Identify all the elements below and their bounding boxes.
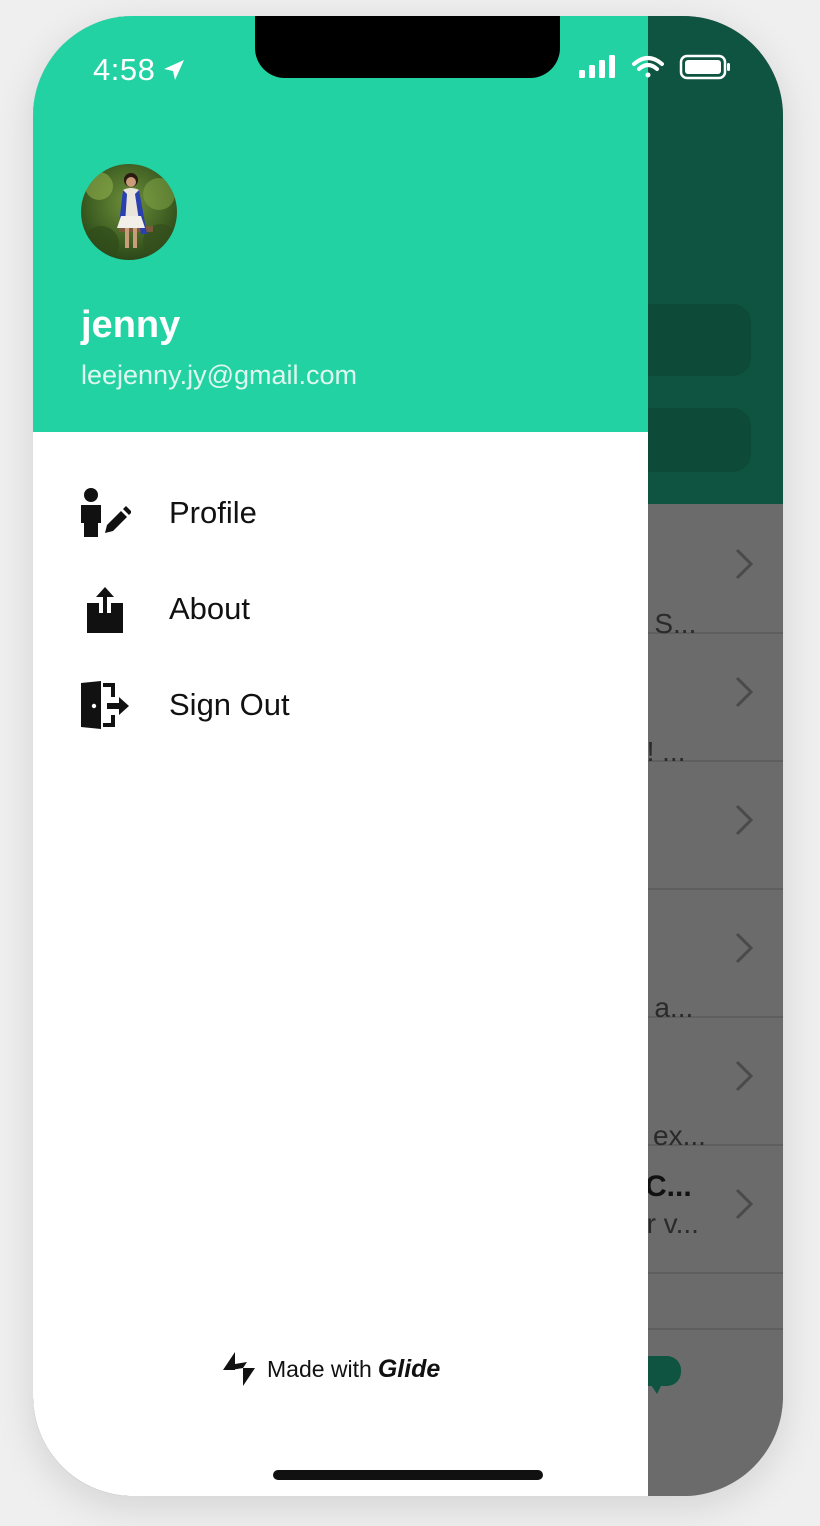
chevron-right-icon <box>735 804 754 836</box>
list-item-title: C... <box>645 1170 692 1203</box>
made-with-text: Made with <box>267 1355 372 1382</box>
glide-brand-text: Glide <box>377 1354 441 1383</box>
menu-item-label: Profile <box>169 495 257 530</box>
menu-item-sign-out[interactable]: Sign Out <box>33 657 648 753</box>
location-arrow-icon <box>164 60 185 80</box>
person-edit-icon <box>81 488 131 537</box>
menu-item-profile[interactable]: Profile <box>33 465 648 561</box>
exit-door-icon <box>81 681 129 729</box>
share-icon <box>87 587 123 633</box>
menu-item-label: Sign Out <box>169 687 290 722</box>
chevron-right-icon <box>735 1188 754 1220</box>
battery-icon <box>679 54 730 80</box>
phone-frame: n S... d! ... e a... ex... C... or v... <box>33 16 783 1496</box>
made-with-glide-badge[interactable]: Made with Glide <box>221 1352 440 1386</box>
status-icons <box>579 54 749 87</box>
status-indicators <box>579 54 730 80</box>
chevron-right-icon <box>735 676 754 708</box>
status-time: 4:58 <box>93 52 186 88</box>
navigation-drawer: jenny leejenny.jy@gmail.com Profile Abou… <box>33 16 648 1496</box>
home-indicator <box>273 1470 543 1480</box>
chevron-right-icon <box>735 932 754 964</box>
avatar-photo <box>81 164 177 260</box>
menu-item-label: About <box>169 591 251 626</box>
cellular-signal-icon <box>579 55 615 78</box>
user-name: jenny <box>81 304 181 346</box>
user-email: leejenny.jy@gmail.com <box>81 360 358 390</box>
chevron-right-icon <box>735 548 754 580</box>
status-time-text: 4:58 <box>93 52 156 87</box>
notch <box>255 16 560 78</box>
wifi-icon <box>632 56 664 78</box>
chevron-right-icon <box>735 1060 754 1092</box>
avatar[interactable] <box>81 164 177 260</box>
menu-item-about[interactable]: About <box>33 561 648 657</box>
glide-logo-icon <box>223 1352 255 1386</box>
